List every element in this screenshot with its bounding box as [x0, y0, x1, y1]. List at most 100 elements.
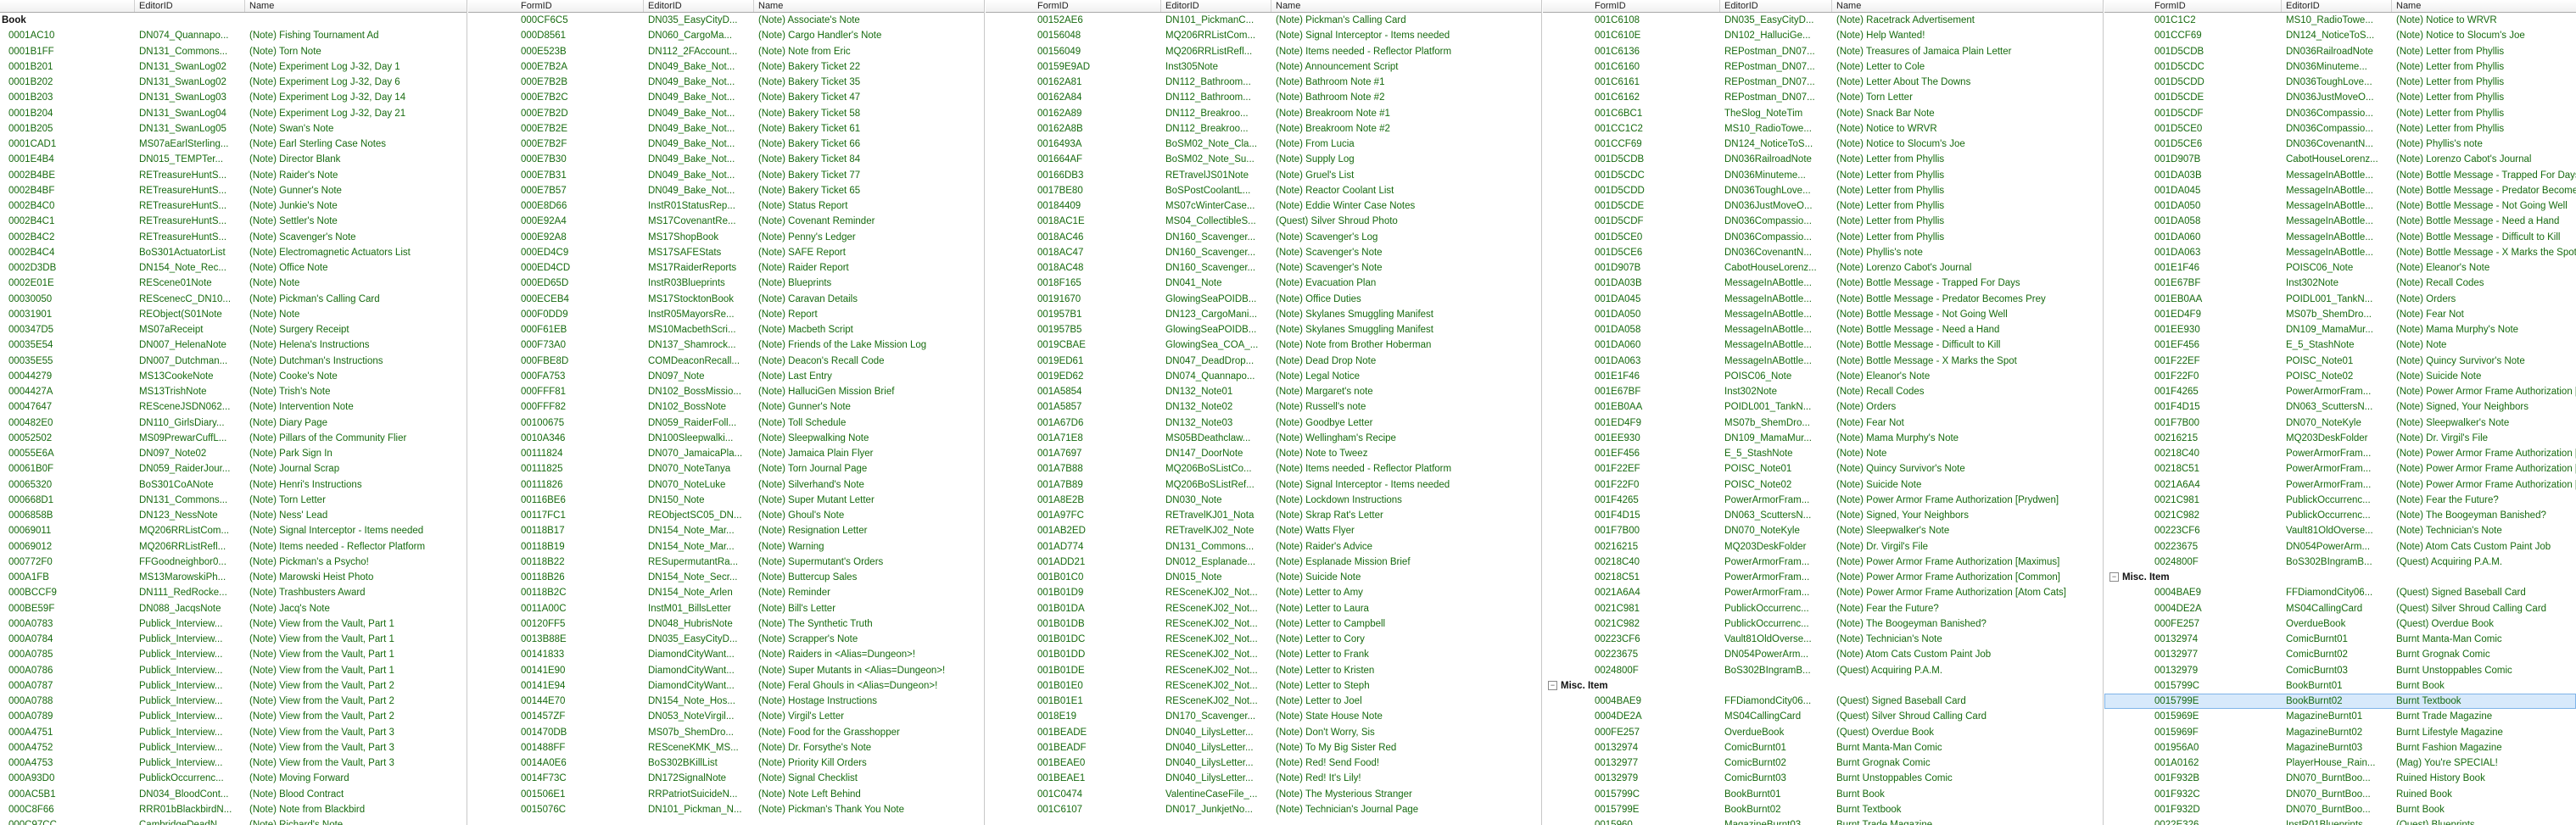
record-row[interactable]: 001457ZF DN053_NoteVirgil... (Note) Virgil… — [468, 709, 984, 724]
record-row[interactable]: 0004BAE9 FFDiamondCity06... (Quest) Signed… — [1543, 694, 2103, 709]
record-row[interactable]: 00069011 MQ206RRListCom... (Note) Signal I… — [0, 523, 467, 538]
record-row[interactable]: 00047647 RESceneJSDN062... (Note) Interven… — [0, 399, 467, 415]
record-row[interactable]: 000A0784 Publick_Interview... (Note) View … — [0, 632, 467, 647]
record-row[interactable]: 0015799C BookBurnt01 Burnt Book — [2104, 678, 2576, 694]
record-row[interactable]: 00132979 ComicBurnt03 Burnt Unstoppables C… — [1543, 771, 2103, 786]
column-header-name[interactable]: Name — [758, 1, 783, 11]
record-row[interactable]: 0016493A BoSM02_Note_Cla... (Note) From Lu… — [986, 137, 1541, 152]
record-row[interactable]: 001956A0 MagazineBurnt03 Burnt Fashion Mag… — [2104, 740, 2576, 755]
record-row[interactable]: 001EE930 DN109_MamaMur... (Note) Mama Murp… — [2104, 322, 2576, 337]
record-row[interactable]: 00162A84 DN112_Bathroom... (Note) Bathroom… — [986, 90, 1541, 105]
record-row[interactable]: 0002B4C0 RETreasureHuntS... (Note) Junkie'… — [0, 198, 467, 214]
record-row[interactable]: 001A0162 PlayerHouse_Rain... (Mag) You're … — [2104, 755, 2576, 771]
record-row[interactable]: 0004DE2A MS04CallingCard (Quest) Silver Sh… — [1543, 709, 2103, 724]
record-row[interactable]: 001DA045 MessageInABottle... (Note) Bottle… — [1543, 292, 2103, 307]
record-row[interactable]: 000482E0 DN110_GirlsDiary... (Note) Diary … — [0, 415, 467, 431]
record-row[interactable]: 000C97CC CambridgeDeadN... (Note) Richard'… — [0, 817, 467, 825]
record-row[interactable]: 001E1F46 POISC06_Note (Note) Eleanor's Not… — [2104, 260, 2576, 276]
column-header-name[interactable]: Name — [2396, 1, 2421, 11]
column-header-name[interactable]: Name — [1276, 1, 1300, 11]
record-row[interactable]: 0015969E MagazineBurnt01 Burnt Trade Magaz… — [2104, 709, 2576, 724]
record-row[interactable]: 0021A6A4 PowerArmorFram... (Note) Power Ar… — [2104, 477, 2576, 493]
record-row[interactable]: 001A97FC RETravelKJ01_Nota (Note) Skrap Ra… — [986, 508, 1541, 523]
record-row[interactable]: 001D5CE0 DN036Compassio... (Note) Letter f… — [2104, 121, 2576, 137]
record-row[interactable]: 001D5CDD DN036ToughLove... (Note) Letter f… — [1543, 183, 2103, 198]
record-row[interactable]: 000A4751 Publick_Interview... (Note) View … — [0, 725, 467, 740]
column-header-editorid[interactable]: EditorID — [139, 1, 173, 11]
record-row[interactable]: 001E67BF Inst302Note (Note) Recall Codes — [1543, 384, 2103, 399]
record-row[interactable]: 000ED65D InstR03Blueprints (Note) Blueprin… — [468, 276, 984, 291]
record-row[interactable]: 001D5CDE DN036JustMoveO... (Note) Letter f… — [1543, 198, 2103, 214]
record-row[interactable]: 000C8F66 RRR01bBlackbirdN... (Note) Note f… — [0, 802, 467, 817]
column-divider[interactable] — [1719, 0, 1720, 12]
record-row[interactable]: 001BEAE0 DN040_LilysLetter... (Note) Red! … — [986, 755, 1541, 771]
record-row[interactable]: 001F4D15 DN063_ScuttersN... (Note) Signed,… — [1543, 508, 2103, 523]
record-row[interactable]: 00132979 ComicBurnt03 Burnt Unstoppables C… — [2104, 663, 2576, 678]
record-row[interactable]: 00061B0F DN059_RaiderJour... (Note) Journa… — [0, 461, 467, 477]
record-row[interactable]: 00044279 MS13CookeNote (Note) Cooke's Note — [0, 369, 467, 384]
column-header-formid[interactable]: FormID — [521, 1, 552, 11]
record-row[interactable]: 0021C981 PublickOccurrenc... (Note) Fear t… — [1543, 601, 2103, 616]
record-row[interactable]: 00031901 REObject(S01Note (Note) Note — [0, 307, 467, 322]
record-row[interactable]: 0019ED62 DN074_Quannapo... (Note) Legal No… — [986, 369, 1541, 384]
record-row[interactable]: 001C6162 REPostman_DN07... (Note) Torn Let… — [1543, 90, 2103, 105]
record-row[interactable]: 00156048 MQ206RRListCom... (Note) Signal I… — [986, 28, 1541, 43]
record-row[interactable]: 0018AC46 DN160_Scavenger... (Note) Scaveng… — [986, 230, 1541, 245]
record-row[interactable]: 000A0785 Publick_Interview... (Note) View … — [0, 647, 467, 662]
record-row[interactable]: 001A67D6 DN132_Note03 (Note) Goodbye Lette… — [986, 415, 1541, 431]
record-row[interactable]: 00162A8B DN112_Breakroo... (Note) Breakroo… — [986, 121, 1541, 137]
record-row[interactable]: 00100675 DN059_RaiderFoll... (Note) Toll S… — [468, 415, 984, 431]
column-header-editorid[interactable]: EditorID — [2286, 1, 2320, 11]
collapse-toggle-icon[interactable]: − — [1548, 681, 1557, 691]
record-row[interactable]: 000F73A0 DN137_Shamrock... (Note) Friends … — [468, 337, 984, 353]
record-row[interactable]: 001DA03B MessageInABottle... (Note) Bottle… — [2104, 168, 2576, 183]
record-row[interactable]: 0002B4C4 BoS301ActuatorList (Note) Electro… — [0, 245, 467, 260]
record-row[interactable]: 0018AC1E MS04_CollectibleS... (Quest) Silv… — [986, 214, 1541, 229]
record-row[interactable]: 00218C40 PowerArmorFram... (Note) Power Ar… — [2104, 446, 2576, 461]
record-row[interactable]: 001A7B89 MQ206BoSListRef... (Note) Signal … — [986, 477, 1541, 493]
record-row[interactable]: 00162A81 DN112_Bathroom... (Note) Bathroom… — [986, 75, 1541, 90]
record-row[interactable]: 001C6161 REPostman_DN07... (Note) Letter A… — [1543, 75, 2103, 90]
record-row[interactable]: 0024800F BoS302BIngramB... (Quest) Acquiri… — [2104, 555, 2576, 570]
record-row[interactable]: 001D5CDD DN036ToughLove... (Note) Letter f… — [2104, 75, 2576, 90]
record-row[interactable]: 0001B201 DN131_SwanLog02 (Note) Experiment… — [0, 59, 467, 75]
record-row[interactable]: 0024800F BoS302BIngramB... (Quest) Acquiri… — [1543, 663, 2103, 678]
record-row[interactable]: 0002D3DB DN154_Note_Rec... (Note) Office N… — [0, 260, 467, 276]
record-row[interactable]: 000E7B30 DN049_Bake_Not... (Note) Bakery T… — [468, 152, 984, 167]
record-row[interactable]: 000E7B31 DN049_Bake_Not... (Note) Bakery T… — [468, 168, 984, 183]
record-row[interactable]: 001DA03B MessageInABottle... (Note) Bottle… — [1543, 276, 2103, 291]
record-row[interactable]: 000E7B2E DN049_Bake_Not... (Note) Bakery T… — [468, 121, 984, 137]
column-header-editorid[interactable]: EditorID — [648, 1, 682, 11]
record-row[interactable]: 0018E19 DN170_Scavenger... (Note) State Ho… — [986, 709, 1541, 724]
record-row[interactable]: 001957B5 GlowingSeaPOIDB... (Note) Skylane… — [986, 322, 1541, 337]
record-row[interactable]: 000ED4C9 MS17SAFEStats (Note) SAFE Report — [468, 245, 984, 260]
record-row[interactable]: 001D907B CabotHouseLorenz... (Note) Lorenz… — [1543, 260, 2103, 276]
record-row[interactable]: 00218C51 PowerArmorFram... (Note) Power Ar… — [2104, 461, 2576, 477]
record-row[interactable]: 0015799E BookBurnt02 Burnt Textbook — [2104, 694, 2576, 710]
record-row[interactable]: 0011A00C InstM01_BillsLetter (Note) Bill's… — [468, 601, 984, 616]
record-row[interactable]: 001EF456 E_5_StashNote (Note) Note — [2104, 337, 2576, 353]
record-row[interactable]: 001F932D DN070_BurntBoo... Burnt Book — [2104, 802, 2576, 817]
record-row[interactable]: 001DA058 MessageInABottle... (Note) Bottle… — [2104, 214, 2576, 229]
record-row[interactable]: 001D5CDB DN036RailroadNote (Note) Letter f… — [1543, 152, 2103, 167]
record-row[interactable]: 001F7B00 DN070_NoteKyle (Note) Sleepwalker… — [2104, 415, 2576, 431]
record-row[interactable]: 0018AC48 DN160_Scavenger... (Note) Scaveng… — [986, 260, 1541, 276]
record-row[interactable]: 000A0789 Publick_Interview... (Note) View … — [0, 709, 467, 724]
record-row[interactable]: 000772F0 FFGoodneighbor0... (Note) Pickman… — [0, 555, 467, 570]
column-header-editorid[interactable]: EditorID — [1165, 1, 1199, 11]
record-row[interactable]: 00141E90 DiamondCityWant... (Note) Super M… — [468, 663, 984, 678]
record-row[interactable]: 000D8561 DN060_CargoMa... (Note) Cargo Han… — [468, 28, 984, 43]
record-row[interactable]: 00162A89 DN112_Breakroo... (Note) Breakroo… — [986, 106, 1541, 121]
record-row[interactable]: 001B01C0 DN015_Note (Note) Suicide Note — [986, 570, 1541, 585]
column-divider[interactable] — [2281, 0, 2282, 12]
record-row[interactable]: 00141E94 DiamondCityWant... (Note) Feral G… — [468, 678, 984, 694]
record-row[interactable]: 00223CF6 Vault81OldOverse... (Note) Techni… — [1543, 632, 2103, 647]
collapse-toggle-icon[interactable]: − — [2109, 572, 2119, 583]
record-row[interactable]: 00223CF6 Vault81OldOverse... (Note) Techni… — [2104, 523, 2576, 538]
record-row[interactable]: 0001B202 DN131_SwanLog02 (Note) Experiment… — [0, 75, 467, 90]
column-divider[interactable] — [1160, 0, 1161, 12]
record-row[interactable]: 000FBE8D COMDeaconRecall... (Note) Deacon'… — [468, 354, 984, 369]
record-row[interactable]: 001F932C DN070_BurntBoo... Ruined Book — [2104, 787, 2576, 802]
record-row[interactable]: 00216215 MQ203DeskFolder (Note) Dr. Virgil… — [2104, 431, 2576, 446]
record-row[interactable]: 000668D1 DN131_Commons... (Note) Torn Lett… — [0, 493, 467, 508]
